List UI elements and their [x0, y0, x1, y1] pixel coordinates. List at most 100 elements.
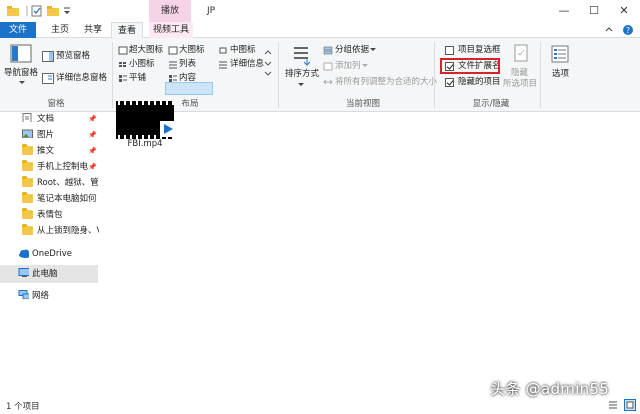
- new-folder-icon[interactable]: [46, 4, 60, 18]
- item-count: 1 个项目: [6, 402, 40, 412]
- nav-item-label: 表情包: [37, 210, 63, 220]
- nav-item-pictures[interactable]: 图片 📌: [0, 127, 98, 143]
- pin-icon: 📌: [88, 115, 97, 123]
- folder-icon: [22, 176, 33, 187]
- layout-medium-icons[interactable]: 中图标: [230, 45, 256, 56]
- group-by-button[interactable]: 分组依据: [335, 45, 369, 56]
- hidden-items-checkbox[interactable]: [445, 78, 454, 87]
- large-icons-icon: [168, 46, 178, 55]
- pictures-icon: [22, 129, 33, 138]
- nav-pane-icon: [10, 44, 32, 63]
- nav-item-label: OneDrive: [32, 249, 72, 259]
- collapse-ribbon-icon[interactable]: [604, 25, 614, 35]
- layout-scroll-icon[interactable]: [264, 48, 272, 78]
- hide-label: 隐藏: [511, 68, 529, 78]
- close-button[interactable]: ✕: [609, 0, 639, 22]
- options-icon: [551, 45, 569, 63]
- context-tab-title: 播放: [160, 6, 179, 16]
- nav-item-label: 此电脑: [32, 269, 58, 279]
- layout-small-icons[interactable]: 小图标: [129, 59, 155, 70]
- nav-item-folder[interactable]: 表情包: [0, 207, 98, 223]
- tab-home[interactable]: 主页: [44, 22, 76, 38]
- tab-view[interactable]: 查看: [111, 22, 143, 39]
- layout-list[interactable]: 列表: [179, 59, 196, 70]
- group-label-current-view: 当前视图: [345, 99, 380, 109]
- preview-pane-icon: [42, 51, 54, 62]
- nav-item-this-pc[interactable]: 此电脑: [0, 266, 98, 282]
- nav-item-folder[interactable]: 手机上控制电 📌: [0, 159, 98, 175]
- document-icon: [22, 113, 32, 122]
- tab-share[interactable]: 共享: [78, 22, 108, 38]
- size-columns-icon: [323, 79, 333, 85]
- group-divider: [540, 42, 541, 108]
- sort-by-label: 排序方式: [285, 69, 320, 79]
- nav-item-label: 网络: [32, 291, 50, 301]
- nav-item-documents[interactable]: 文档 📌: [0, 111, 98, 127]
- group-label-panes: 窗格: [47, 99, 65, 109]
- folder-icon: [22, 144, 33, 155]
- nav-item-network[interactable]: 网络: [0, 288, 98, 304]
- large-icons-toggle-icon[interactable]: [624, 399, 636, 411]
- group-divider: [112, 42, 113, 108]
- nav-item-label: 笔记本电脑如何: [37, 194, 97, 204]
- content-view-icon: [169, 75, 177, 82]
- tiles-icon: [119, 75, 127, 82]
- quick-access-dropdown-icon[interactable]: [62, 4, 72, 18]
- chevron-down-icon: [19, 81, 25, 84]
- selected-items-label: 所选项目: [503, 79, 538, 89]
- details-view-toggle-icon[interactable]: [608, 400, 618, 410]
- nav-pane-label: 导航窗格: [4, 68, 39, 78]
- network-icon: [18, 290, 29, 299]
- list-icon: [169, 61, 177, 69]
- nav-item-folder[interactable]: 从上锁到隐身、V: [0, 223, 99, 239]
- tab-file[interactable]: 文件: [0, 22, 36, 38]
- nav-item-folder[interactable]: 推文 📌: [0, 143, 98, 159]
- group-divider: [278, 42, 279, 108]
- properties-icon[interactable]: [30, 4, 44, 18]
- details-view-icon: [219, 61, 227, 69]
- nav-item-folder[interactable]: Root、越狱、管: [0, 175, 99, 191]
- nav-item-label: 从上锁到隐身、V: [37, 226, 99, 236]
- annotation-highlight-box: [440, 58, 500, 74]
- folder-icon: [22, 224, 33, 235]
- chevron-down-icon: [362, 64, 368, 67]
- help-icon[interactable]: ?: [622, 24, 634, 36]
- folder-icon: [22, 208, 33, 219]
- folder-icon: [22, 160, 33, 171]
- nav-item-onedrive[interactable]: OneDrive: [0, 246, 98, 262]
- layout-content[interactable]: 内容: [179, 73, 196, 84]
- film-strip: [116, 101, 174, 105]
- chevron-down-icon: [298, 83, 304, 86]
- folder-icon: [22, 192, 33, 203]
- details-pane-button[interactable]: 详细信息窗格: [56, 73, 107, 84]
- ribbon-tabs: 文件 主页 共享 查看 视频工具 ?: [0, 22, 640, 39]
- group-label-show-hide: 显示/隐藏: [472, 99, 510, 109]
- hide-selected-icon: [514, 44, 528, 62]
- extra-large-icons-icon: [118, 46, 128, 55]
- pin-icon: 📌: [88, 163, 97, 171]
- cloud-icon: [19, 249, 29, 258]
- sort-by-icon: [294, 47, 311, 66]
- title-bar: 播放 JP — ☐ ✕: [0, 0, 640, 22]
- layout-extra-large-icons[interactable]: 超大图标: [129, 45, 163, 56]
- minimize-button[interactable]: —: [549, 0, 579, 22]
- window-title: JP: [207, 6, 216, 16]
- pin-icon: 📌: [88, 147, 97, 155]
- pin-icon: 📌: [88, 131, 97, 139]
- layout-large-icons[interactable]: 大图标: [179, 45, 205, 56]
- add-columns-button[interactable]: 添加列: [335, 61, 361, 72]
- size-columns-button[interactable]: 将所有列调整为合适的大小: [335, 77, 437, 88]
- file-name[interactable]: FBI.mp4: [116, 139, 174, 149]
- ribbon: 导航窗格 预览窗格 详细信息窗格 窗格 超大图标 大图标 中图标 小图标 列表 …: [0, 38, 640, 112]
- video-thumbnail[interactable]: [116, 101, 176, 139]
- maximize-button[interactable]: ☐: [579, 0, 609, 22]
- item-checkboxes-checkbox[interactable]: [445, 46, 454, 55]
- tab-video-tools[interactable]: 视频工具: [149, 22, 193, 38]
- play-overlay-icon: [160, 121, 176, 137]
- nav-item-folder[interactable]: 笔记本电脑如何: [0, 191, 98, 207]
- watermark: 头条 @admin55: [490, 380, 610, 398]
- item-checkboxes-label: 项目复选框: [458, 45, 501, 55]
- layout-details[interactable]: 详细信息: [230, 59, 264, 70]
- layout-tiles[interactable]: 平铺: [129, 73, 146, 84]
- preview-pane-button[interactable]: 预览窗格: [56, 51, 90, 62]
